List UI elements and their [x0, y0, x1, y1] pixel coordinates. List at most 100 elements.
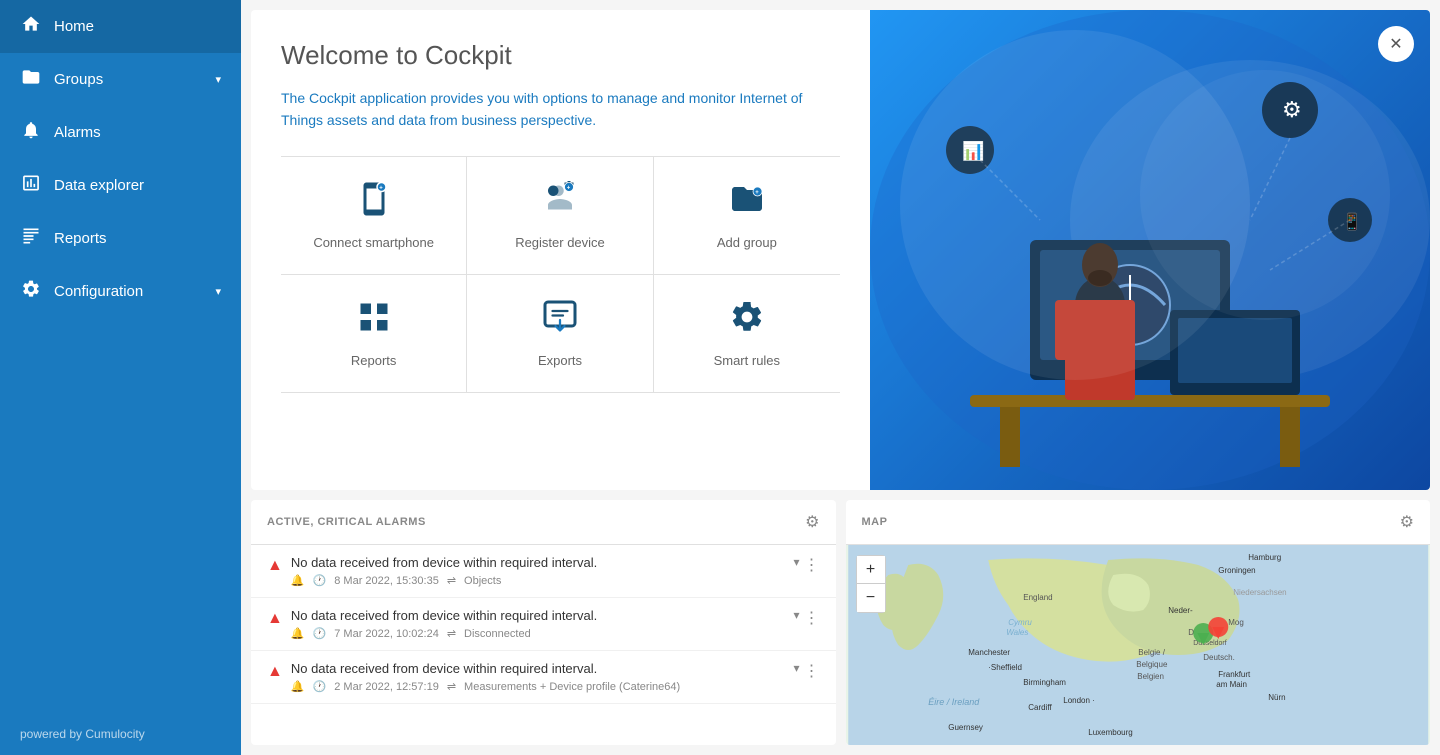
sidebar-item-alarms[interactable]: Alarms [0, 106, 241, 159]
bell-alarm-icon: 🔔 [291, 680, 305, 693]
alarm-actions: ▾ ⋮ [793, 661, 819, 681]
svg-text:Cymru: Cymru [1008, 618, 1032, 627]
sidebar: Home Groups ▾ Alarms Data explorer Repor… [0, 0, 241, 755]
alarms-list: ▲ No data received from device within re… [251, 545, 836, 745]
svg-text:England: England [1023, 593, 1052, 602]
alarm-meta: 🔔 🕐 7 Mar 2022, 10:02:24 ⇌ Disconnected [291, 627, 786, 640]
folder-icon [20, 67, 42, 92]
quick-links-grid: + Connect smartphone + Register device + [281, 156, 840, 393]
alarm-expand-button[interactable]: ▾ [793, 661, 799, 675]
sidebar-footer: powered by Cumulocity [0, 713, 241, 755]
alarm-connection-icon: ⇌ [447, 627, 456, 640]
chevron-down-icon: ▾ [215, 73, 221, 86]
sidebar-item-reports[interactable]: Reports [0, 212, 241, 265]
svg-text:·Sheffield: ·Sheffield [988, 663, 1022, 672]
alarm-connection: Disconnected [464, 628, 531, 640]
alarm-connection-icon: ⇌ [447, 680, 456, 693]
alarm-menu-button[interactable]: ⋮ [804, 661, 820, 681]
map-zoom-out-button[interactable]: − [857, 584, 885, 612]
alarm-item: ▲ No data received from device within re… [251, 545, 836, 598]
sidebar-label-groups: Groups [54, 71, 103, 88]
map-panel: MAP ⚙ + − [846, 500, 1431, 745]
svg-text:+: + [379, 185, 383, 191]
sidebar-item-configuration[interactable]: Configuration ▾ [0, 265, 241, 318]
welcome-panel: Welcome to Cockpit The Cockpit applicati… [251, 10, 1430, 490]
alarm-date: 7 Mar 2022, 10:02:24 [334, 628, 439, 640]
welcome-left: Welcome to Cockpit The Cockpit applicati… [251, 10, 870, 490]
sidebar-item-home[interactable]: Home [0, 0, 241, 53]
alarm-clock-icon: 🕐 [313, 574, 327, 587]
bell-alarm-icon: 🔔 [291, 627, 305, 640]
quick-link-label-group: Add group [717, 235, 777, 250]
svg-text:Frankfurt: Frankfurt [1218, 670, 1251, 679]
alarm-connection-icon: ⇌ [447, 574, 456, 587]
svg-text:Luxembourg: Luxembourg [1088, 728, 1132, 737]
alarm-content: No data received from device within requ… [291, 555, 786, 587]
quick-link-register-device[interactable]: + Register device [467, 157, 653, 275]
welcome-description: The Cockpit application provides you wit… [281, 87, 840, 132]
sidebar-item-groups[interactable]: Groups ▾ [0, 53, 241, 106]
quick-link-label-exports: Exports [538, 353, 582, 368]
alarm-date: 8 Mar 2022, 15:30:35 [334, 575, 439, 587]
svg-text:Éire / Ireland: Éire / Ireland [928, 697, 980, 707]
sidebar-label-home: Home [54, 18, 94, 35]
bottom-panels: ACTIVE, CRITICAL ALARMS ⚙ ▲ No data rece… [251, 500, 1430, 745]
alarm-meta: 🔔 🕐 8 Mar 2022, 15:30:35 ⇌ Objects [291, 574, 786, 587]
alarm-actions: ▾ ⋮ [793, 608, 819, 628]
quick-link-exports[interactable]: Exports [467, 275, 653, 393]
sidebar-label-alarms: Alarms [54, 124, 101, 141]
quick-link-label-device: Register device [515, 235, 605, 250]
main-content: Welcome to Cockpit The Cockpit applicati… [241, 0, 1440, 755]
svg-text:Manchester: Manchester [968, 648, 1010, 657]
map-settings-button[interactable]: ⚙ [1400, 512, 1414, 532]
quick-link-smart-rules[interactable]: Smart rules [654, 275, 840, 393]
alarms-panel-title: ACTIVE, CRITICAL ALARMS [267, 516, 426, 528]
alarm-title: No data received from device within requ… [291, 661, 786, 676]
svg-text:Groningen: Groningen [1218, 566, 1255, 575]
svg-text:Belgien: Belgien [1137, 672, 1164, 681]
alarm-clock-icon: 🕐 [313, 680, 327, 693]
map-container: + − Éire / Ireland [846, 545, 1431, 745]
smart-rules-icon [729, 299, 765, 343]
bell-icon [20, 120, 42, 145]
alarm-item: ▲ No data received from device within re… [251, 651, 836, 704]
alarm-expand-button[interactable]: ▾ [793, 608, 799, 622]
quick-link-connect-smartphone[interactable]: + Connect smartphone [281, 157, 467, 275]
quick-link-reports[interactable]: Reports [281, 275, 467, 393]
svg-text:Neder-: Neder- [1168, 606, 1193, 615]
alarm-title: No data received from device within requ… [291, 555, 786, 570]
alarms-panel-header: ACTIVE, CRITICAL ALARMS ⚙ [251, 500, 836, 545]
reports-icon [20, 226, 42, 251]
alarm-menu-button[interactable]: ⋮ [804, 608, 820, 628]
chart-icon [20, 173, 42, 198]
alarm-connection: Objects [464, 575, 501, 587]
map-panel-title: MAP [862, 516, 888, 528]
sidebar-item-data-explorer[interactable]: Data explorer [0, 159, 241, 212]
grid-icon [356, 299, 392, 343]
alarm-actions: ▾ ⋮ [793, 555, 819, 575]
alarm-menu-button[interactable]: ⋮ [804, 555, 820, 575]
alarm-title: No data received from device within requ… [291, 608, 786, 623]
group-icon: + [729, 181, 765, 225]
svg-text:Hamburg: Hamburg [1248, 553, 1281, 562]
map-zoom-in-button[interactable]: + [857, 556, 885, 584]
quick-link-add-group[interactable]: + Add group [654, 157, 840, 275]
svg-text:Belgique: Belgique [1136, 660, 1168, 669]
svg-text:Mog: Mog [1228, 618, 1244, 627]
device-icon: + [542, 181, 578, 225]
chevron-down-icon-config: ▾ [215, 285, 221, 298]
svg-text:Wales: Wales [1006, 628, 1028, 637]
map-zoom-controls: + − [856, 555, 886, 613]
alarm-expand-button[interactable]: ▾ [793, 555, 799, 569]
map-svg: Éire / Ireland Cymru Wales England Manch… [846, 545, 1431, 745]
config-icon [20, 279, 42, 304]
close-welcome-button[interactable]: ✕ [1378, 26, 1414, 62]
alarm-clock-icon: 🕐 [313, 627, 327, 640]
svg-text:Birmingham: Birmingham [1023, 678, 1066, 687]
svg-text:Belgie /: Belgie / [1138, 648, 1165, 657]
quick-link-label-smartphone: Connect smartphone [313, 235, 434, 250]
map-panel-header: MAP ⚙ [846, 500, 1431, 545]
alarms-settings-button[interactable]: ⚙ [805, 512, 819, 532]
home-icon [20, 14, 42, 39]
sidebar-label-configuration: Configuration [54, 283, 143, 300]
